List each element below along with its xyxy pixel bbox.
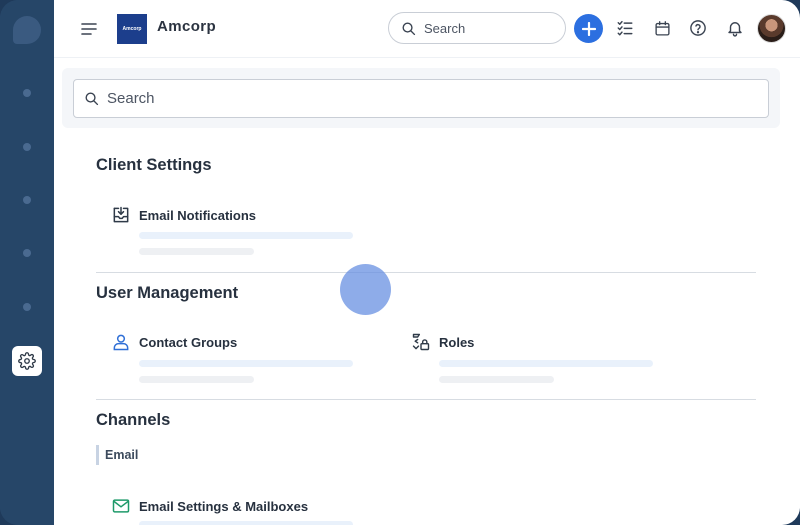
skeleton-line [139,248,254,255]
tasks-button[interactable] [614,17,636,39]
settings-search-input[interactable]: Search [73,79,769,118]
rail-logo[interactable] [13,16,41,44]
rail-nav-item-1[interactable] [23,89,31,97]
rail-nav-item-4[interactable] [23,249,31,257]
roles-lock-icon [410,331,432,353]
rail-nav-item-2[interactable] [23,143,31,151]
user-icon [110,331,132,353]
touch-indicator [340,264,391,315]
rail-nav-item-3[interactable] [23,196,31,204]
brand-name: Amcorp [157,18,217,35]
search-icon [85,92,99,106]
settings-item-email-notifications[interactable]: Email Notifications [110,204,256,226]
app-window: Amcorp Amcorp Search Search Client Setti… [0,0,800,525]
skeleton-line [139,232,353,239]
rail-nav-item-5[interactable] [23,303,31,311]
section-divider [96,399,756,400]
plus-icon [581,21,596,36]
rail-settings-button[interactable] [12,346,42,376]
section-title-client-settings: Client Settings [96,156,212,174]
main-panel: Amcorp Amcorp Search Search Client Setti… [54,0,800,525]
settings-search-placeholder: Search [107,90,155,107]
top-search-placeholder: Search [424,20,466,36]
top-search-field[interactable]: Search [388,12,566,44]
skeleton-line [139,521,353,525]
settings-item-roles[interactable]: Roles [410,331,474,353]
calendar-icon [654,20,670,36]
calendar-button[interactable] [651,17,673,39]
search-icon [402,22,416,35]
section-divider [96,272,756,273]
settings-search-container: Search [62,68,780,128]
menu-button[interactable] [78,18,100,40]
create-button[interactable] [574,14,603,43]
user-avatar[interactable] [757,14,786,43]
help-button[interactable] [687,17,709,39]
settings-item-label: Contact Groups [139,334,238,350]
settings-item-label: Roles [439,334,475,350]
hamburger-icon [81,23,97,35]
skeleton-line [139,360,353,367]
section-title-user-management: User Management [96,284,239,302]
help-icon [690,20,706,36]
tab-email[interactable]: Email [96,445,138,465]
gear-icon [18,352,36,370]
settings-item-contact-groups[interactable]: Contact Groups [110,331,237,353]
section-title-channels: Channels [96,411,171,429]
checklist-icon [617,20,633,36]
settings-item-label: Email Notifications [139,207,257,223]
skeleton-line [439,376,554,383]
brand-logo: Amcorp [117,14,147,44]
left-rail [0,0,54,525]
settings-item-email-settings-mailboxes[interactable]: Email Settings & Mailboxes [110,495,308,517]
settings-item-label: Email Settings & Mailboxes [139,498,309,514]
top-bar: Amcorp Amcorp Search [54,0,800,58]
skeleton-line [439,360,653,367]
skeleton-line [139,376,254,383]
notifications-button[interactable] [724,17,746,39]
bell-icon [728,22,742,37]
mail-icon [110,495,132,517]
inbox-download-icon [110,204,132,226]
